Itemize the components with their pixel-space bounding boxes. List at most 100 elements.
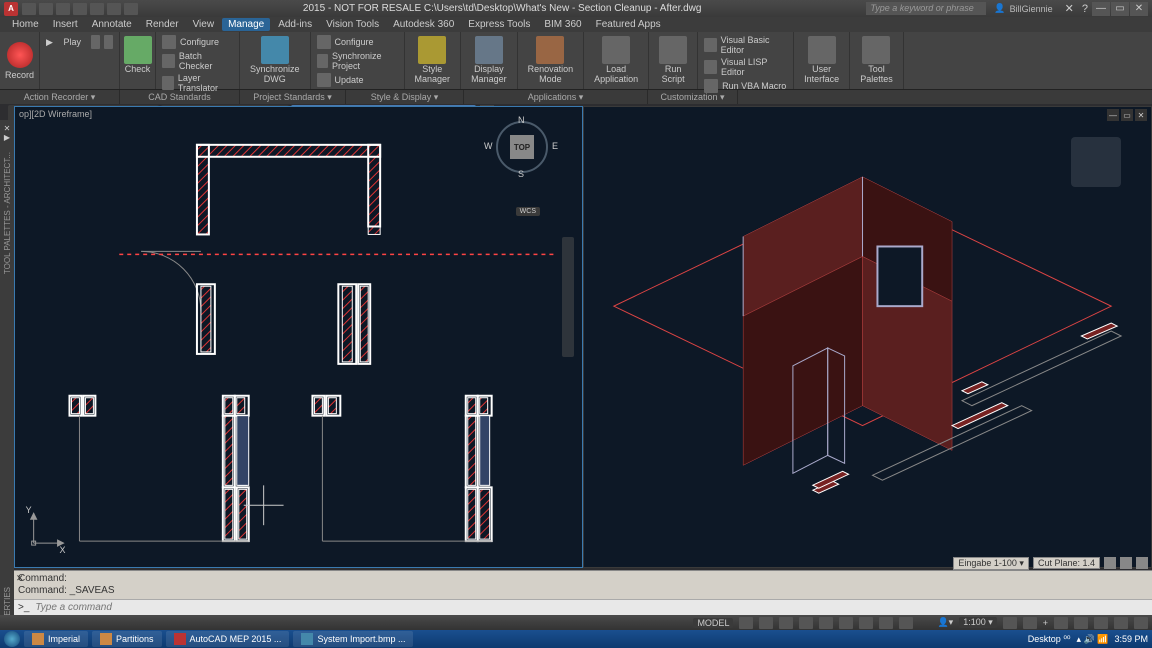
polar-icon[interactable] [799, 617, 813, 629]
display-manager-button[interactable]: Display Manager [467, 34, 511, 87]
tab-view[interactable]: View [187, 18, 221, 31]
taskbar-imperial[interactable]: Imperial [24, 631, 88, 647]
restore-button[interactable]: ▭ [1111, 2, 1129, 16]
qat-saveas-icon[interactable] [73, 3, 87, 15]
model-button[interactable]: MODEL [693, 618, 733, 628]
sync-project-button[interactable]: Synchronize Project [317, 51, 398, 71]
batch-checker-button[interactable]: Batch Checker [162, 51, 233, 71]
command-close-icon[interactable]: ✕ [16, 573, 26, 583]
style-manager-button[interactable]: Style Manager [411, 34, 455, 87]
wcs-badge[interactable]: WCS [516, 207, 540, 216]
lineweight-icon[interactable] [879, 617, 893, 629]
tool-icon-3[interactable] [1136, 557, 1148, 569]
sidebar-pin-icon[interactable]: ▶ [4, 133, 10, 142]
panel-style-display[interactable]: Style & Display ▾ [346, 90, 464, 104]
system-tray[interactable]: Desktop ⁰⁰ ▴ 🔊 📶 3:59 PM [1028, 634, 1148, 645]
sync-dwg-button[interactable]: Synchronize DWG [246, 34, 304, 87]
snap-icon[interactable] [759, 617, 773, 629]
tab-vision-tools[interactable]: Vision Tools [320, 18, 385, 31]
update-button[interactable]: Update [317, 73, 398, 87]
tab-featured-apps[interactable]: Featured Apps [590, 18, 667, 31]
viewport-2d[interactable]: op][2D Wireframe] TOP N S E W WCS [14, 106, 583, 568]
ortho-icon[interactable] [779, 617, 793, 629]
taskbar-partitions[interactable]: Partitions [92, 631, 162, 647]
navigation-bar[interactable] [562, 237, 574, 357]
user-interface-button[interactable]: User Interface [800, 34, 843, 87]
tool-palettes-tab[interactable]: TOOL PALETTES - ARCHITECT... [3, 142, 12, 284]
clean-screen-icon[interactable] [1134, 617, 1148, 629]
tab-bim360[interactable]: BIM 360 [538, 18, 587, 31]
panel-customization[interactable]: Customization ▾ [648, 90, 738, 104]
tab-home[interactable]: Home [6, 18, 45, 31]
close-button[interactable]: ✕ [1130, 2, 1148, 16]
app-icon[interactable]: A [4, 2, 18, 16]
play-options2-icon[interactable] [104, 35, 113, 49]
start-button[interactable] [4, 631, 20, 647]
tab-render[interactable]: Render [140, 18, 185, 31]
tab-addins[interactable]: Add-ins [272, 18, 318, 31]
tool-palettes-button[interactable]: Tool Palettes [856, 34, 897, 87]
tab-annotate[interactable]: Annotate [86, 18, 138, 31]
tool-icon-2[interactable] [1120, 557, 1132, 569]
transparency-icon[interactable] [899, 617, 913, 629]
viewport-close-icon[interactable]: ✕ [1135, 109, 1147, 121]
play-options-icon[interactable] [91, 35, 100, 49]
help-icon[interactable]: ? [1082, 3, 1088, 15]
command-input[interactable] [35, 602, 1148, 613]
annotation-scale[interactable]: 1:100 ▾ [959, 617, 997, 628]
grid-icon[interactable] [739, 617, 753, 629]
user-icon-status[interactable]: 👤▾ [937, 617, 953, 628]
tab-insert[interactable]: Insert [47, 18, 84, 31]
tab-autodesk360[interactable]: Autodesk 360 [387, 18, 460, 31]
taskbar-image[interactable]: System Import.bmp ... [293, 631, 413, 647]
cut-plane-field[interactable]: Cut Plane: 1.4 [1033, 557, 1100, 569]
show-desktop[interactable]: Desktop ⁰⁰ [1028, 634, 1071, 645]
configure-button[interactable]: Configure [162, 35, 233, 49]
panel-cad-standards[interactable]: CAD Standards [120, 90, 240, 104]
hardware-icon[interactable] [1094, 617, 1108, 629]
visual-lisp-editor-button[interactable]: Visual LISP Editor [704, 57, 787, 77]
isolate-icon[interactable] [1114, 617, 1128, 629]
play-button[interactable]: ▶ Play [46, 35, 113, 49]
gear-icon[interactable] [1003, 617, 1017, 629]
help-search-input[interactable]: Type a keyword or phrase [866, 2, 986, 15]
qat-new-icon[interactable] [22, 3, 36, 15]
run-script-button[interactable]: Run Script [655, 34, 691, 87]
tool-icon-1[interactable] [1104, 557, 1116, 569]
panel-applications[interactable]: Applications ▾ [464, 90, 648, 104]
view-compass[interactable]: TOP N S E W [492, 117, 552, 177]
renovation-mode-button[interactable]: Renovation Mode [524, 34, 578, 87]
tab-manage[interactable]: Manage [222, 18, 270, 31]
configure2-button[interactable]: Configure [317, 35, 398, 49]
viewport-label[interactable]: op][2D Wireframe] [19, 109, 92, 119]
record-button[interactable]: Record [0, 32, 40, 89]
viewport-3d[interactable]: — ▭ ✕ [583, 106, 1152, 568]
sidebar-close-icon[interactable]: ✕ [4, 124, 11, 133]
exchange-icon[interactable]: ✕ [1065, 2, 1074, 15]
osnap-icon[interactable] [819, 617, 833, 629]
workspace-icon[interactable] [1054, 617, 1068, 629]
tab-express-tools[interactable]: Express Tools [462, 18, 536, 31]
taskbar-autocad[interactable]: AutoCAD MEP 2015 ... [166, 631, 290, 647]
load-application-button[interactable]: Load Application [590, 34, 642, 87]
qat-save-icon[interactable] [56, 3, 70, 15]
panel-action-recorder[interactable]: Action Recorder ▾ [0, 90, 120, 104]
monitor-icon[interactable] [1074, 617, 1088, 629]
check-button[interactable]: Check [126, 34, 149, 77]
annotation-icon[interactable] [1023, 617, 1037, 629]
viewport-maximize-icon[interactable]: ▭ [1121, 109, 1133, 121]
visual-basic-editor-button[interactable]: Visual Basic Editor [704, 35, 787, 55]
qat-plot-icon[interactable] [90, 3, 104, 15]
dyninput-icon[interactable] [859, 617, 873, 629]
qat-open-icon[interactable] [39, 3, 53, 15]
panel-project-standards[interactable]: Project Standards ▾ [240, 90, 346, 104]
qat-redo-icon[interactable] [124, 3, 138, 15]
compass-top-face[interactable]: TOP [510, 135, 534, 159]
viewport-minimize-icon[interactable]: — [1107, 109, 1119, 121]
qat-undo-icon[interactable] [107, 3, 121, 15]
otrack-icon[interactable] [839, 617, 853, 629]
view-cube[interactable] [1071, 137, 1121, 187]
user-account[interactable]: 👤 BillGiennie [994, 3, 1052, 14]
tray-icons[interactable]: ▴ 🔊 📶 [1077, 634, 1109, 645]
input-scale-field[interactable]: Eingabe 1-100 ▾ [953, 557, 1029, 570]
